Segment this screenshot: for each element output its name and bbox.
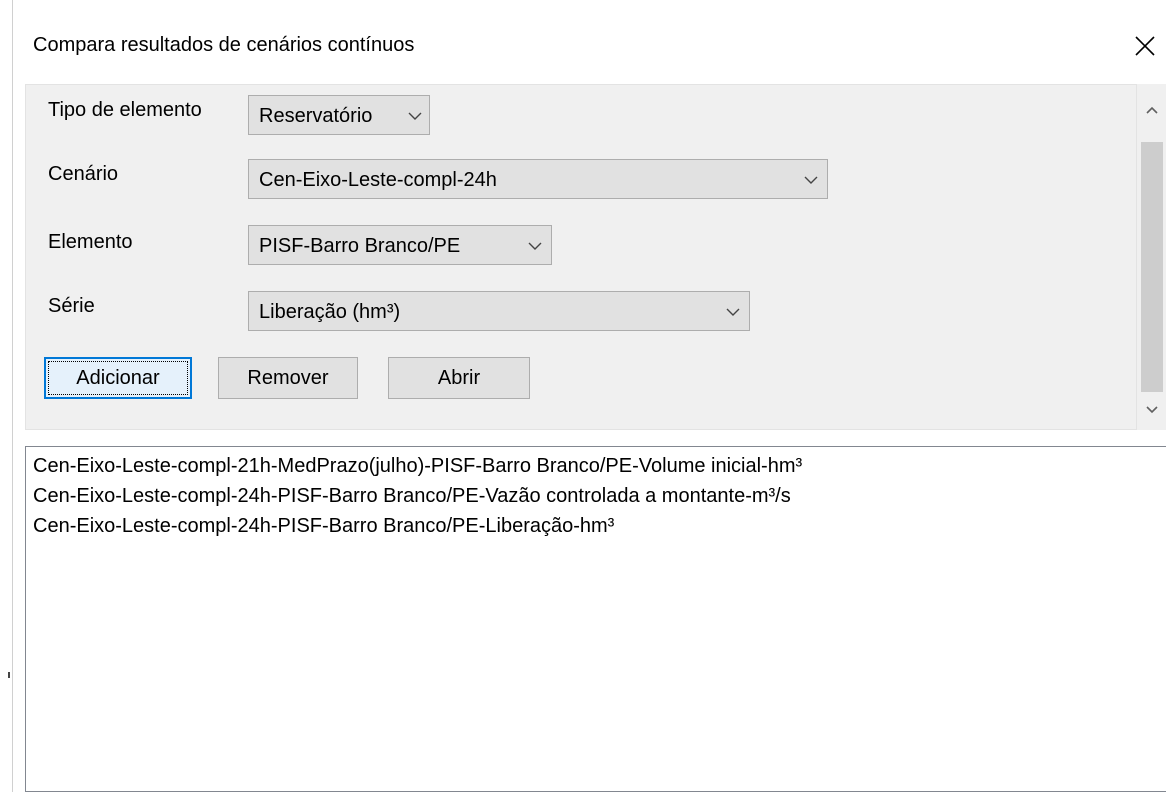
adicionar-button[interactable]: Adicionar [44, 357, 192, 399]
chevron-down-icon [804, 176, 818, 184]
cenario-value: Cen-Eixo-Leste-compl-24h [259, 169, 497, 191]
elemento-select[interactable]: PISF-Barro Branco/PE [248, 225, 552, 265]
list-item[interactable]: Cen-Eixo-Leste-compl-21h-MedPrazo(julho)… [33, 455, 802, 478]
title-bar[interactable]: Compara resultados de cenários contínuos [13, 0, 1166, 84]
background-window-mark [8, 672, 10, 678]
close-icon [1135, 36, 1155, 56]
tipo-elemento-label: Tipo de elemento [48, 99, 202, 121]
chevron-up-icon [1146, 106, 1158, 114]
abrir-label: Abrir [437, 366, 481, 389]
scroll-thumb[interactable] [1141, 142, 1163, 392]
cenario-label: Cenário [48, 163, 119, 185]
serie-label: Série [48, 295, 95, 317]
elemento-value: PISF-Barro Branco/PE [259, 235, 461, 257]
compare-scenarios-dialog: Compara resultados de cenários contínuos… [12, 0, 1166, 792]
cenario-select[interactable]: Cen-Eixo-Leste-compl-24h [248, 159, 828, 199]
chevron-down-icon [408, 112, 422, 120]
background-window-edge [0, 0, 12, 792]
tipo-elemento-select[interactable]: Reservatório [248, 95, 430, 135]
scroll-up-button[interactable] [1137, 90, 1166, 130]
serie-select[interactable]: Liberação (hm³) [248, 291, 750, 331]
remover-label: Remover [247, 366, 329, 389]
panel-scrollbar[interactable] [1137, 84, 1166, 430]
tipo-elemento-value: Reservatório [259, 105, 373, 127]
chevron-down-icon [1146, 406, 1158, 414]
close-button[interactable] [1123, 24, 1166, 68]
scroll-down-button[interactable] [1137, 390, 1166, 430]
remover-button[interactable]: Remover [218, 357, 358, 399]
selection-panel: Tipo de elemento Reservatório Cenário Ce… [25, 84, 1137, 430]
abrir-button[interactable]: Abrir [388, 357, 530, 399]
chevron-down-icon [528, 242, 542, 250]
focus-rectangle [48, 361, 188, 395]
list-item[interactable]: Cen-Eixo-Leste-compl-24h-PISF-Barro Bran… [33, 515, 614, 538]
selected-series-list[interactable]: Cen-Eixo-Leste-compl-21h-MedPrazo(julho)… [25, 446, 1166, 792]
chevron-down-icon [726, 308, 740, 316]
serie-value: Liberação (hm³) [259, 301, 401, 323]
elemento-label: Elemento [48, 231, 133, 253]
window-title: Compara resultados de cenários contínuos [33, 34, 415, 56]
list-item[interactable]: Cen-Eixo-Leste-compl-24h-PISF-Barro Bran… [33, 485, 791, 508]
